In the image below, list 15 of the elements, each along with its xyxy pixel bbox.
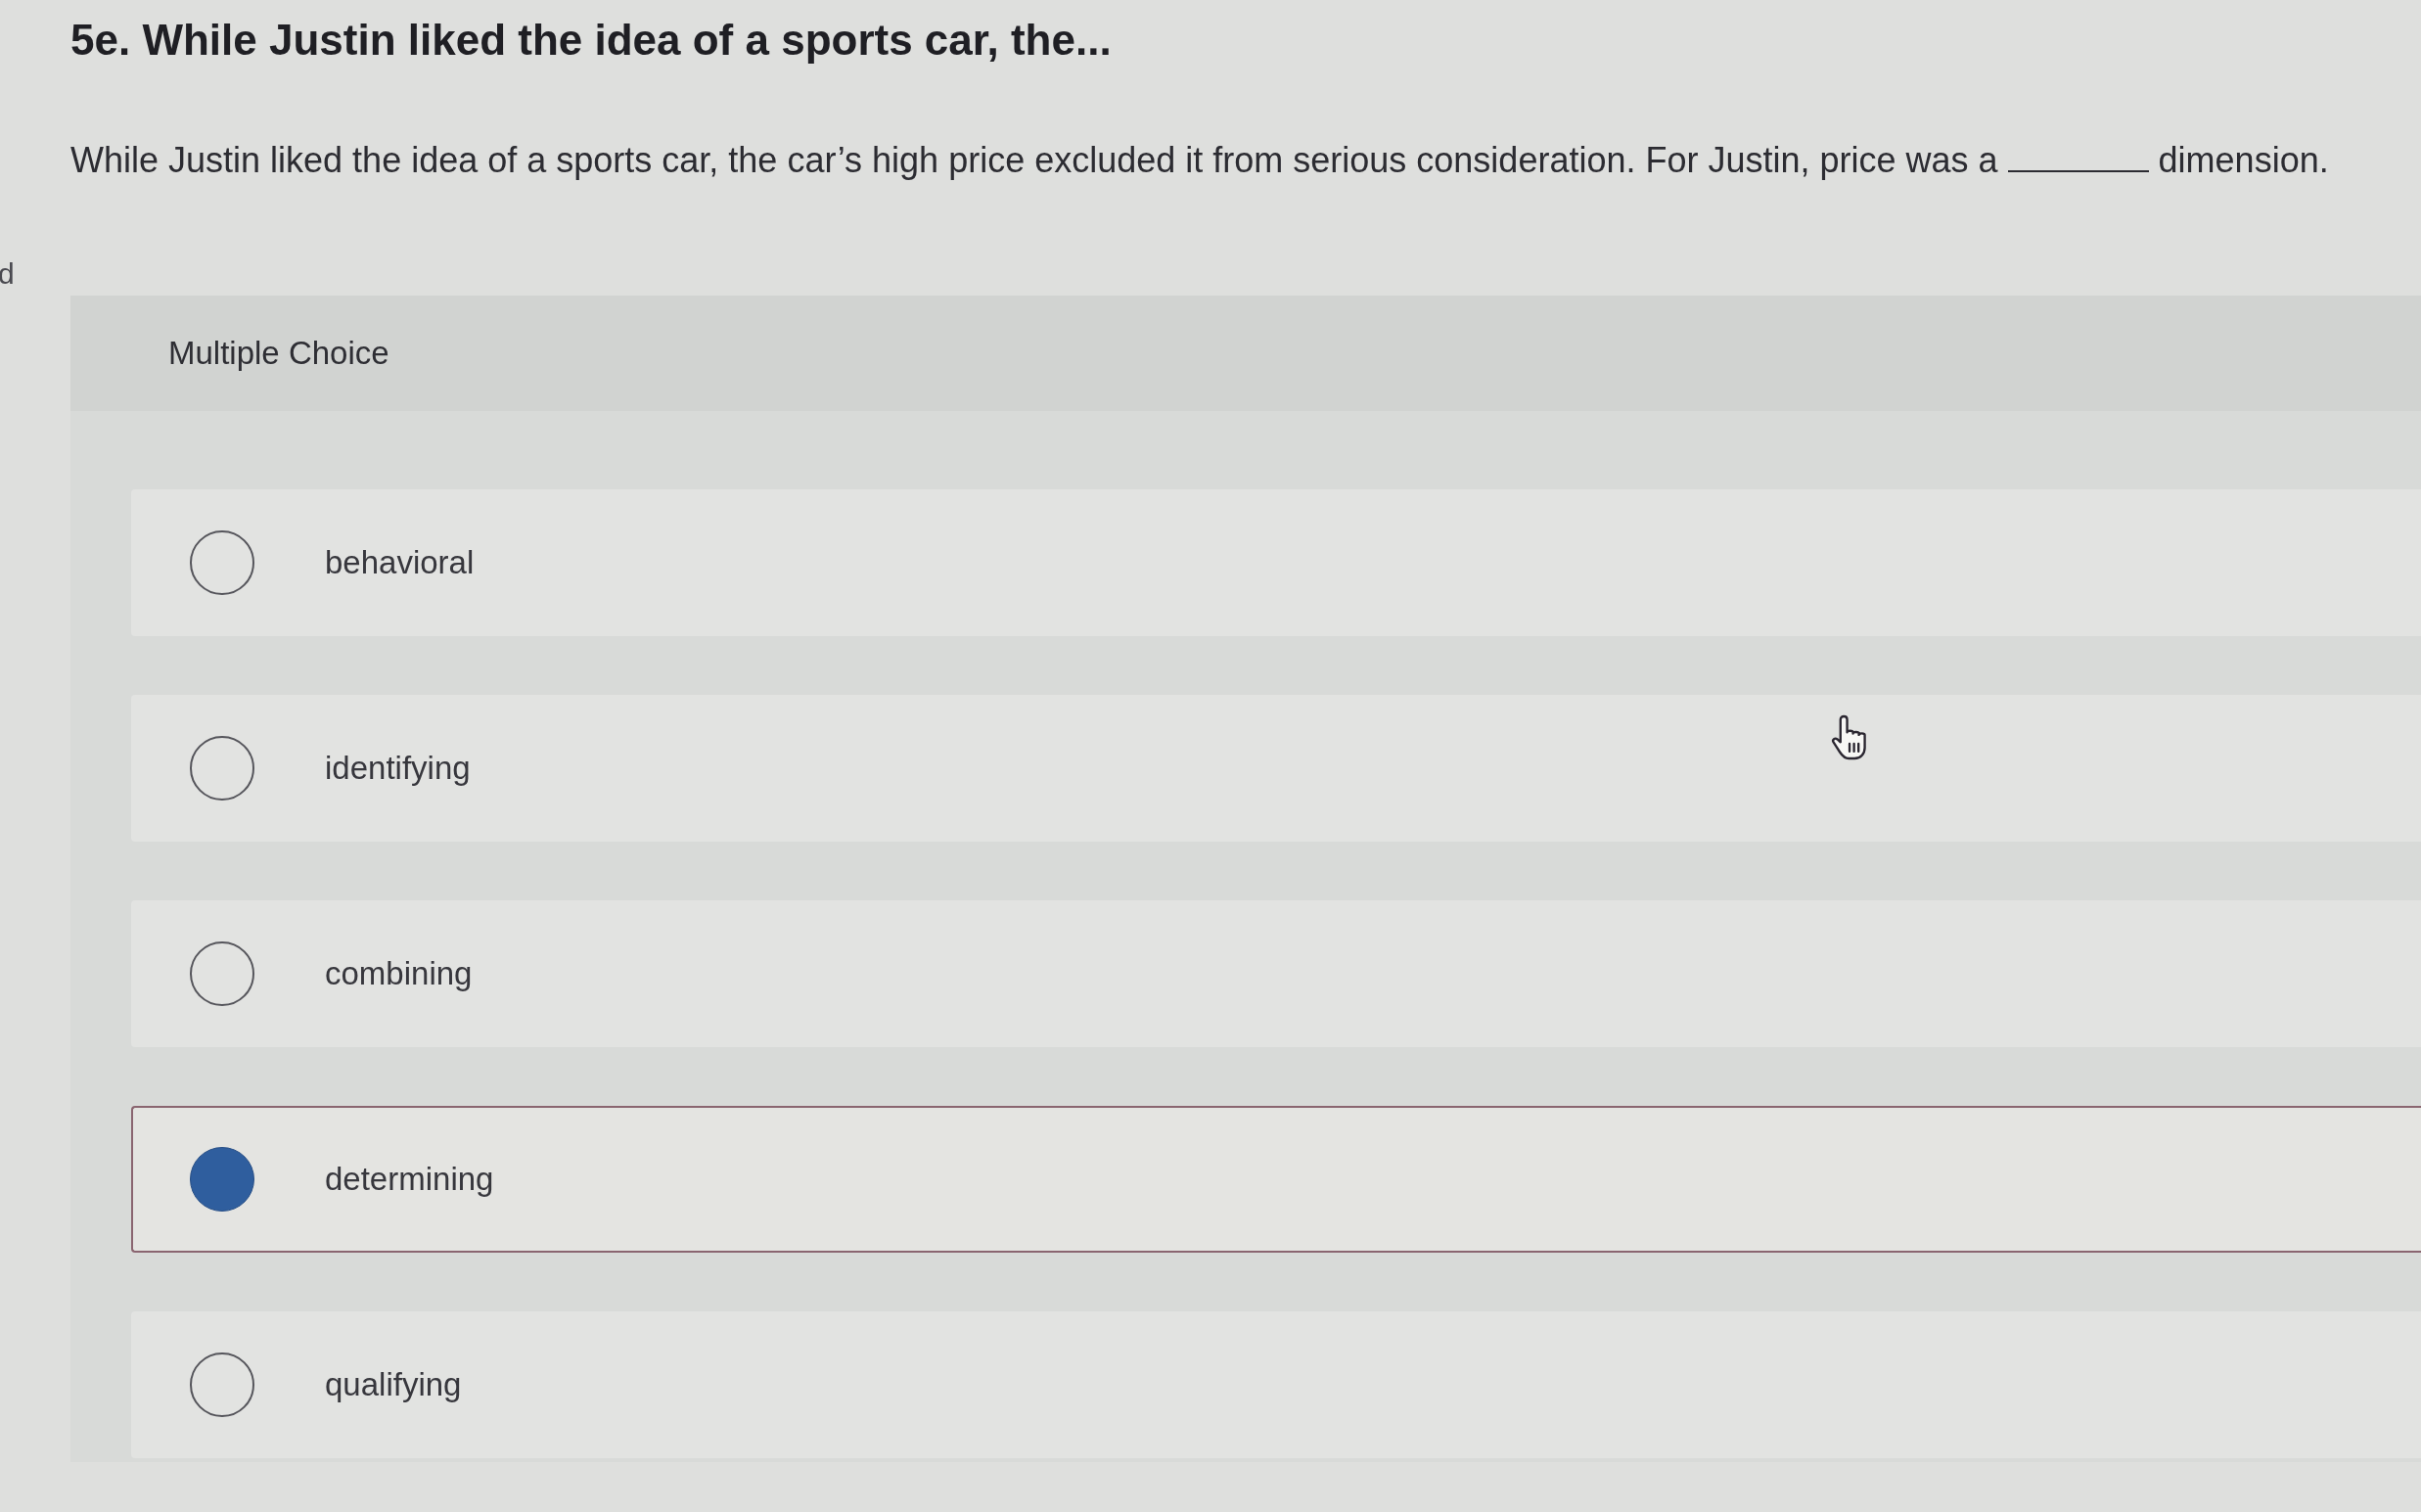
answer-option[interactable]: identifying (131, 695, 2421, 842)
radio-button-icon[interactable] (190, 1352, 254, 1417)
answer-option[interactable]: behavioral (131, 489, 2421, 636)
radio-button-icon[interactable] (190, 1147, 254, 1212)
answer-option[interactable]: qualifying (131, 1311, 2421, 1458)
question-text: While Justin liked the idea of a sports car, the car’s high price excluded it from serious consideration. For Justin, price was a (70, 139, 1998, 182)
radio-button-icon[interactable] (190, 941, 254, 1006)
question-type-label: Multiple Choice (168, 335, 389, 372)
radio-button-icon[interactable] (190, 530, 254, 595)
question-text: dimension. (2158, 139, 2329, 182)
radio-button-icon[interactable] (190, 736, 254, 801)
question-title: 5e. While Justin liked the idea of a sports car, the... (70, 15, 1113, 66)
answer-option[interactable]: determining (131, 1106, 2421, 1253)
cut-off-text: d (0, 257, 15, 290)
answer-option[interactable]: combining (131, 900, 2421, 1047)
